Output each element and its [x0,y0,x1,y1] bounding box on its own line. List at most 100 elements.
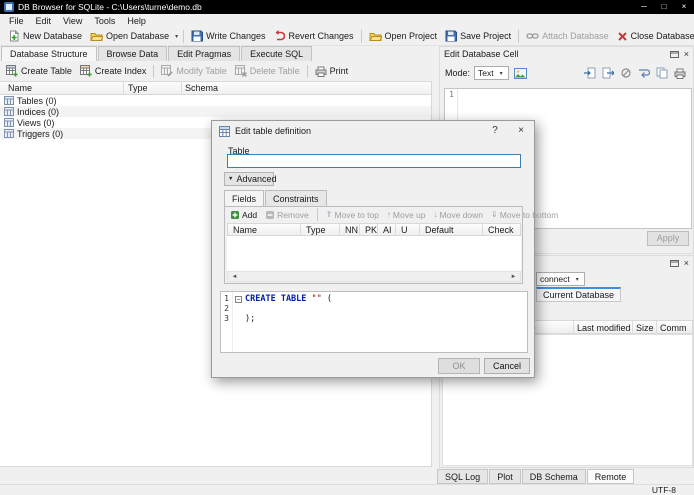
move-top-label: Move to top [334,209,379,220]
remote-connect-select[interactable]: connect ▾ [536,272,585,286]
tab-fields[interactable]: Fields [224,190,265,206]
remote-column-commit[interactable]: Comm [660,323,687,333]
horizontal-scrollbar[interactable]: ◄ ► [227,271,521,282]
menu-tools[interactable]: Tools [88,15,121,27]
delete-table-button[interactable]: Delete Table [231,63,304,79]
remote-column-size[interactable]: Size [636,323,654,333]
sql-line-1: − CREATE TABLE "" ( [235,294,332,304]
tab-edit-pragmas[interactable]: Edit Pragmas [168,46,241,61]
export-data-button[interactable] [600,65,616,81]
tab-remote[interactable]: Remote [586,469,635,484]
column-ai[interactable]: AI [378,224,396,235]
column-check[interactable]: Check [483,224,520,235]
fields-grid-body[interactable] [227,236,521,271]
import-icon [584,67,596,79]
apply-button[interactable]: Apply [647,231,689,246]
open-database-button[interactable]: Open Database [86,29,173,44]
dialog-close-button[interactable]: × [508,121,534,141]
minimize-button[interactable]: ─ [634,0,654,14]
tab-browse-data[interactable]: Browse Data [97,46,168,61]
move-down-button[interactable]: ↓ Move down [431,209,486,221]
dock-close-icon[interactable]: × [684,258,689,268]
remote-column-last-modified[interactable]: Last modified [577,323,631,333]
create-table-button[interactable]: Create Table [2,63,76,79]
sql-plain: ( [321,294,333,304]
dialog-title-bar: Edit table definition ? × [212,121,534,141]
encoding-indicator[interactable]: UTF-8 [652,485,676,495]
tree-column-name[interactable]: Name [8,83,32,93]
column-separator [632,321,633,335]
advanced-toggle-button[interactable]: ▼ Advanced [224,172,276,186]
tab-constraints[interactable]: Constraints [265,190,327,206]
scroll-right-icon[interactable]: ► [507,274,520,280]
float-dock-icon[interactable] [669,50,679,58]
column-name[interactable]: Name [228,224,301,235]
open-database-label: Open Database [106,31,170,41]
mode-select[interactable]: Text ▾ [474,66,509,80]
tab-database-structure[interactable]: Database Structure [1,46,97,61]
tree-column-schema[interactable]: Schema [185,83,218,93]
window-close-button[interactable]: × [674,0,694,14]
tab-plot[interactable]: Plot [489,469,521,484]
menu-file[interactable]: File [3,15,30,27]
chevron-down-icon: ▾ [575,276,579,283]
revert-changes-button[interactable]: Revert Changes [269,28,357,44]
sql-keyword: CREATE TABLE [245,294,312,304]
print-cell-button[interactable] [672,65,688,81]
write-changes-button[interactable]: Write Changes [187,28,269,44]
close-database-button[interactable]: Close Database [613,29,694,44]
menu-edit[interactable]: Edit [30,15,58,27]
cancel-button[interactable]: Cancel [484,358,530,374]
copy-button[interactable] [654,65,670,81]
set-null-button[interactable] [618,65,634,81]
dialog-help-button[interactable]: ? [482,121,508,141]
remove-field-label: Remove [277,209,309,220]
float-dock-icon[interactable] [669,259,679,267]
import-data-button[interactable] [582,65,598,81]
open-image-button[interactable] [513,65,529,81]
menu-view[interactable]: View [57,15,88,27]
tab-sql-log[interactable]: SQL Log [437,469,489,484]
move-to-top-button[interactable]: ⇑ Move to top [323,209,382,221]
add-field-button[interactable]: Add [227,209,260,221]
remove-field-button[interactable]: Remove [262,209,312,221]
word-wrap-button[interactable] [636,65,652,81]
dock-close-icon[interactable]: × [684,49,689,59]
menu-help[interactable]: Help [121,15,152,27]
column-nn[interactable]: NN [340,224,360,235]
column-default[interactable]: Default [420,224,483,235]
maximize-button[interactable]: □ [654,0,674,14]
create-index-label: Create Index [94,66,147,76]
scroll-left-icon[interactable]: ◄ [228,274,241,280]
open-project-button[interactable]: Open Project [365,29,442,44]
print-button[interactable]: Print [311,64,353,79]
tab-current-database[interactable]: Current Database [536,287,622,302]
move-to-bottom-button[interactable]: ⇓ Move to bottom [488,209,561,221]
fold-icon[interactable]: − [235,295,242,303]
move-up-button[interactable]: ↑ Move up [384,209,429,221]
title-bar: DB Browser for SQLite - C:\Users\turne\d… [0,0,694,14]
column-u[interactable]: U [396,224,420,235]
column-pk[interactable]: PK [360,224,378,235]
print-icon [315,66,327,77]
attach-database-button[interactable]: Attach Database [522,28,613,44]
attach-database-label: Attach Database [542,31,609,41]
sql-identifier: "" [311,294,322,304]
tree-column-type[interactable]: Type [128,83,148,93]
new-database-button[interactable]: New Database [4,28,86,44]
column-type[interactable]: Type [301,224,340,235]
tree-item-tables[interactable]: Tables (0) [0,95,431,106]
tab-db-schema[interactable]: DB Schema [521,469,586,484]
remove-icon [265,210,275,220]
fields-toolbar: Add Remove ⇑ Move to top ↑ Move up ↓ Mov… [225,207,558,222]
table-name-input[interactable] [227,154,521,168]
save-project-button[interactable]: Save Project [441,28,515,44]
tab-execute-sql[interactable]: Execute SQL [241,46,313,61]
open-database-dropdown-icon[interactable]: ▾ [173,33,180,40]
ok-button[interactable]: OK [438,358,480,374]
sql-line-3: ); [235,314,332,324]
create-index-button[interactable]: Create Index [76,63,151,79]
modify-table-button[interactable]: Modify Table [157,63,230,79]
tree-item-label: Triggers (0) [17,128,64,139]
tree-item-indices[interactable]: Indices (0) [0,106,431,117]
